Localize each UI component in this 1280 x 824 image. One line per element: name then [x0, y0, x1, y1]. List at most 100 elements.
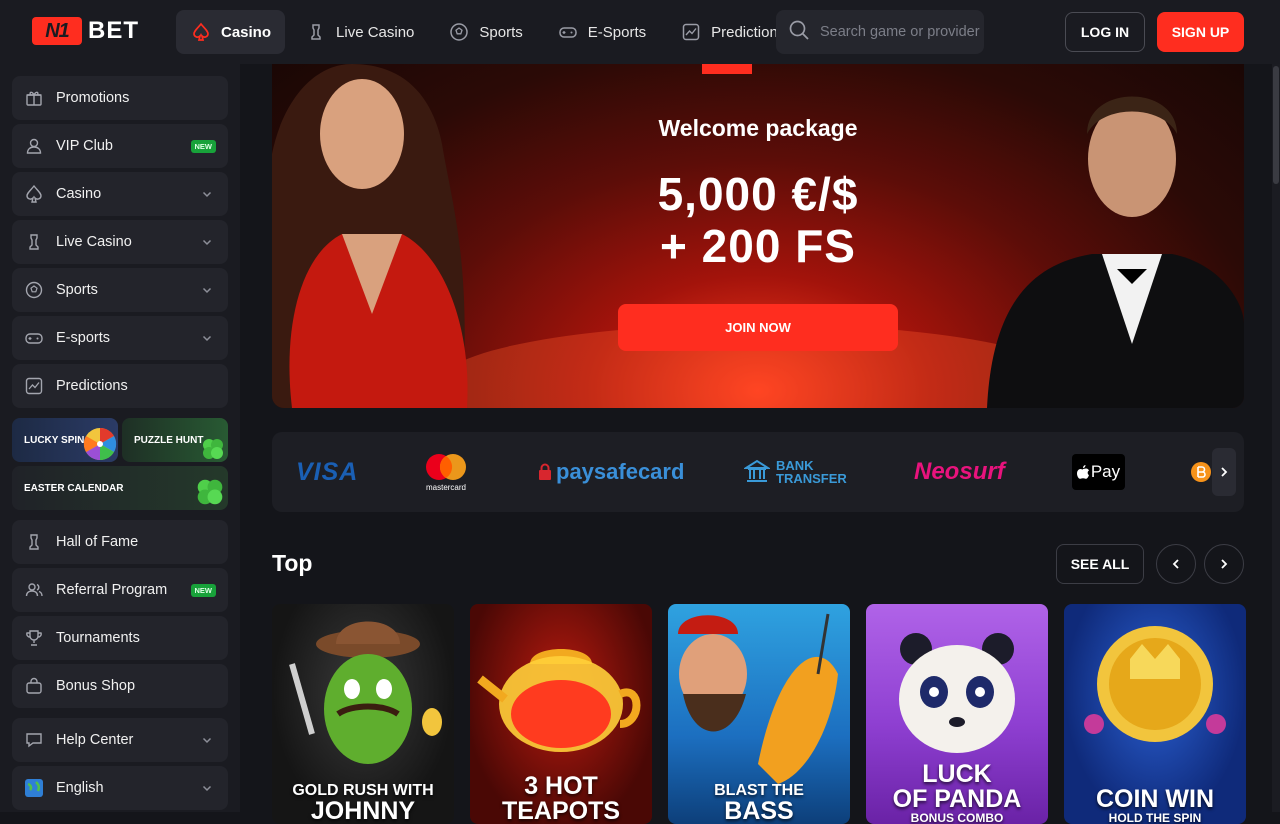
- sidebar-item-label: Referral Program: [56, 582, 168, 598]
- puzzle-hunt-tile[interactable]: PUZZLE HUNT: [122, 418, 228, 462]
- sidebar-item-label: Casino: [56, 186, 102, 202]
- payment-name: BANK TRANSFER: [776, 458, 847, 486]
- clover-icon: [197, 479, 223, 505]
- scrollbar-thumb[interactable]: [1273, 66, 1279, 184]
- chart-icon: [680, 21, 702, 43]
- chevron-right-icon: [1221, 559, 1228, 569]
- new-badge: NEW: [190, 140, 216, 153]
- chevron-down-icon: [202, 239, 212, 246]
- payment-mastercard: mastercard: [424, 432, 468, 512]
- sidebar-item-hall-of-fame[interactable]: Hall of Fame: [12, 520, 228, 564]
- sidebar-item-sports[interactable]: Sports: [12, 268, 228, 312]
- game-card-luck-of-panda[interactable]: LUCK OF PANDA BONUS COMBO: [866, 604, 1048, 824]
- banner-amount: 5,000 €/$ + 200 FS: [272, 168, 1244, 272]
- nav-live-casino[interactable]: Live Casino: [291, 10, 428, 54]
- nav-sports[interactable]: Sports: [434, 10, 536, 54]
- sidebar-item-language[interactable]: English: [12, 766, 228, 810]
- trophy-icon: [24, 628, 44, 648]
- sidebar-item-predictions[interactable]: Predictions: [12, 364, 228, 408]
- sidebar-item-label: Tournaments: [56, 630, 140, 646]
- bitcoin-icon: [1191, 462, 1211, 482]
- lucky-spin-tile[interactable]: LUCKY SPIN: [12, 418, 118, 462]
- payment-name: VISA: [296, 457, 359, 486]
- banner-title: Welcome package: [658, 115, 858, 141]
- sidebar-item-help-center[interactable]: Help Center: [12, 718, 228, 762]
- bag-icon: [24, 676, 44, 696]
- game-title: BLAST THE BASS: [714, 782, 804, 824]
- nav-label: Predictions: [711, 23, 786, 41]
- crown-icon: [24, 532, 44, 552]
- sidebar-item-casino[interactable]: Casino: [12, 172, 228, 216]
- main-nav: Casino Live Casino Sports E-Sports Predi…: [176, 10, 805, 54]
- easter-calendar-tile[interactable]: EASTER CALENDAR: [12, 466, 228, 510]
- payment-name: Pay: [1090, 462, 1121, 481]
- welcome-banner[interactable]: Welcome package 5,000 €/$ + 200 FS JOIN …: [272, 64, 1244, 408]
- payment-name: Neosurf: [914, 458, 1005, 485]
- sidebar-item-label: English: [56, 780, 104, 796]
- game-title: 3 HOT TEAPOTS: [501, 772, 621, 824]
- game-card-3-hot-teapots[interactable]: 3 HOT TEAPOTS: [470, 604, 652, 824]
- top-bar: N1 BET Casino Live Casino Sports E-Sport…: [0, 0, 1280, 64]
- spade-icon: [24, 184, 44, 204]
- next-button[interactable]: [1204, 544, 1244, 584]
- game-title: COIN WIN HOLD THE SPIN: [1095, 785, 1215, 824]
- nav-label: Live Casino: [336, 23, 415, 41]
- user-icon: [24, 136, 44, 156]
- gamepad-icon: [557, 21, 579, 43]
- apple-pay-badge: Pay: [1072, 454, 1125, 490]
- tile-label: LUCKY SPIN: [24, 434, 85, 446]
- logo[interactable]: N1 BET: [32, 17, 139, 45]
- game-card-coin-win[interactable]: COIN WIN HOLD THE SPIN: [1064, 604, 1246, 824]
- users-icon: [24, 580, 44, 600]
- banner-amount-line1: 5,000 €/$: [657, 168, 859, 220]
- payment-bank-transfer: BANK TRANSFER: [744, 432, 856, 512]
- payment-paysafecard: paysafecard: [538, 432, 684, 512]
- tile-label: PUZZLE HUNT: [134, 434, 204, 446]
- sidebar-item-label: Bonus Shop: [56, 678, 136, 694]
- game-card-gold-rush[interactable]: GOLD RUSH WITH JOHNNY: [272, 604, 454, 824]
- logo-mark: N1: [32, 17, 82, 45]
- join-now-button[interactable]: JOIN NOW: [618, 304, 898, 351]
- new-badge: NEW: [190, 584, 216, 597]
- sidebar-item-promotions[interactable]: Promotions: [12, 76, 228, 120]
- payment-neosurf: Neosurf: [914, 432, 1005, 512]
- search-box[interactable]: [776, 10, 984, 54]
- bank-icon: [744, 459, 770, 482]
- see-all-button[interactable]: SEE ALL: [1056, 544, 1144, 584]
- wheel-icon: [83, 427, 117, 461]
- nav-label: E-Sports: [587, 23, 647, 41]
- payment-visa: VISA: [296, 432, 358, 512]
- nav-casino[interactable]: Casino: [176, 10, 286, 54]
- chevron-down-icon: [202, 785, 212, 792]
- search-input[interactable]: [820, 24, 980, 40]
- payment-methods-strip: VISA mastercard paysafecard BANK TRANSFE…: [272, 432, 1244, 512]
- sidebar-item-label: Help Center: [56, 732, 134, 748]
- sidebar-item-label: Promotions: [56, 90, 130, 106]
- sidebar-item-vip-club[interactable]: VIP Club NEW: [12, 124, 228, 168]
- sidebar-item-label: Hall of Fame: [56, 534, 139, 550]
- section-title: Top: [272, 550, 313, 576]
- sidebar-item-live-casino[interactable]: Live Casino: [12, 220, 228, 264]
- signup-button[interactable]: SIGN UP: [1157, 12, 1244, 52]
- prev-button[interactable]: [1156, 544, 1196, 584]
- football-icon: [448, 21, 470, 43]
- sidebar-item-referral-program[interactable]: Referral Program NEW: [12, 568, 228, 612]
- chevron-down-icon: [202, 287, 212, 294]
- sidebar-item-bonus-shop[interactable]: Bonus Shop: [12, 664, 228, 708]
- sidebar-item-label: VIP Club: [56, 138, 113, 154]
- tile-label: EASTER CALENDAR: [24, 482, 124, 494]
- chevron-right-icon: [1221, 467, 1228, 477]
- nav-esports[interactable]: E-Sports: [543, 10, 660, 54]
- chevron-down-icon: [202, 737, 212, 744]
- sidebar-item-esports[interactable]: E-sports: [12, 316, 228, 360]
- sidebar-item-tournaments[interactable]: Tournaments: [12, 616, 228, 660]
- search-icon: [788, 19, 810, 46]
- chart-icon: [24, 376, 44, 396]
- payments-next-button[interactable]: [1212, 448, 1236, 496]
- game-card-blast-the-bass[interactable]: BLAST THE BASS: [668, 604, 850, 824]
- mastercard-icon: [426, 453, 466, 480]
- sidebar-item-label: Sports: [56, 282, 98, 298]
- sidebar-item-label: E-sports: [56, 330, 110, 346]
- chess-icon: [305, 21, 327, 43]
- login-button[interactable]: LOG IN: [1065, 12, 1145, 52]
